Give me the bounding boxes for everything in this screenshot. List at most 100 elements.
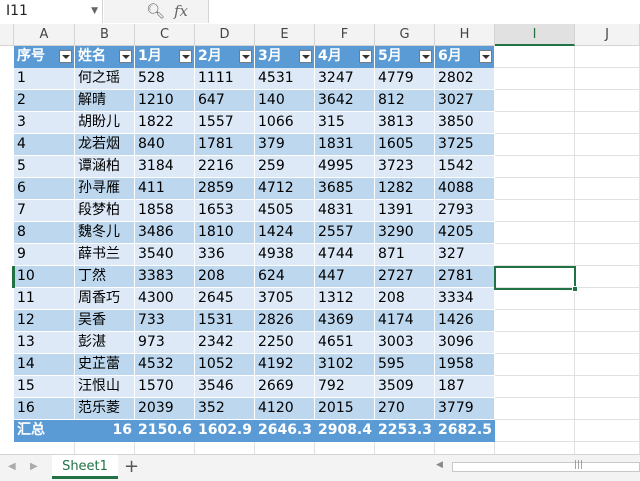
filter-dropdown-icon[interactable] — [239, 50, 252, 63]
empty-cell[interactable] — [575, 442, 640, 454]
table-cell[interactable]: 10 — [14, 266, 75, 288]
column-header[interactable]: G — [375, 24, 435, 46]
table-cell[interactable]: 3546 — [195, 376, 255, 398]
table-cell[interactable]: 1531 — [195, 310, 255, 332]
table-cell[interactable]: 7 — [14, 200, 75, 222]
table-cell[interactable]: 528 — [135, 68, 195, 90]
table-cell[interactable]: 624 — [255, 266, 315, 288]
scroll-thumb[interactable] — [452, 462, 640, 472]
table-cell[interactable]: 208 — [195, 266, 255, 288]
empty-cell[interactable] — [575, 90, 640, 112]
total-cell[interactable]: 2646.3 — [255, 420, 315, 442]
empty-cell[interactable] — [495, 68, 575, 90]
name-box[interactable]: I11 ▼ — [0, 0, 103, 23]
table-cell[interactable]: 447 — [315, 266, 375, 288]
table-cell[interactable]: 1542 — [435, 156, 495, 178]
empty-cell[interactable] — [495, 90, 575, 112]
table-cell[interactable]: 3184 — [135, 156, 195, 178]
empty-cell[interactable] — [575, 68, 640, 90]
table-cell[interactable]: 4174 — [375, 310, 435, 332]
table-cell[interactable]: 龙若烟 — [75, 134, 135, 156]
table-cell[interactable]: 解晴 — [75, 90, 135, 112]
table-cell[interactable]: 595 — [375, 354, 435, 376]
table-cell[interactable]: 3486 — [135, 222, 195, 244]
table-cell[interactable]: 段梦柏 — [75, 200, 135, 222]
table-cell[interactable]: 647 — [195, 90, 255, 112]
table-cell[interactable]: 3102 — [315, 354, 375, 376]
table-cell[interactable]: 352 — [195, 398, 255, 420]
table-cell[interactable]: 1391 — [375, 200, 435, 222]
empty-cell[interactable] — [575, 266, 640, 288]
empty-cell[interactable] — [75, 442, 135, 454]
table-cell[interactable]: 327 — [435, 244, 495, 266]
table-cell[interactable]: 2216 — [195, 156, 255, 178]
table-cell[interactable]: 3705 — [255, 288, 315, 310]
table-cell[interactable]: 2342 — [195, 332, 255, 354]
table-cell[interactable]: 270 — [375, 398, 435, 420]
table-cell[interactable]: 3723 — [375, 156, 435, 178]
empty-cell[interactable] — [495, 134, 575, 156]
table-cell[interactable]: 1426 — [435, 310, 495, 332]
empty-cell[interactable] — [575, 310, 640, 332]
filter-dropdown-icon[interactable] — [299, 50, 312, 63]
table-header-cell[interactable]: 序号 — [14, 46, 75, 68]
column-header[interactable]: A — [14, 24, 75, 46]
table-cell[interactable]: 何之瑶 — [75, 68, 135, 90]
table-cell[interactable]: 4 — [14, 134, 75, 156]
empty-cell[interactable] — [135, 442, 195, 454]
empty-cell[interactable] — [315, 442, 375, 454]
table-cell[interactable]: 1052 — [195, 354, 255, 376]
table-cell[interactable]: 2781 — [435, 266, 495, 288]
table-cell[interactable]: 3813 — [375, 112, 435, 134]
table-cell[interactable]: 140 — [255, 90, 315, 112]
column-header[interactable]: I — [495, 24, 575, 46]
table-cell[interactable]: 4205 — [435, 222, 495, 244]
empty-cell[interactable] — [495, 178, 575, 200]
magnifier-icon[interactable]: 🔍︎ — [146, 2, 165, 20]
empty-cell[interactable] — [495, 332, 575, 354]
table-cell[interactable]: 733 — [135, 310, 195, 332]
table-cell[interactable]: 208 — [375, 288, 435, 310]
table-header-cell[interactable]: 姓名 — [75, 46, 135, 68]
table-header-cell[interactable]: 5月 — [375, 46, 435, 68]
table-cell[interactable]: 4532 — [135, 354, 195, 376]
table-cell[interactable]: 4744 — [315, 244, 375, 266]
table-cell[interactable]: 4192 — [255, 354, 315, 376]
table-cell[interactable]: 3642 — [315, 90, 375, 112]
table-cell[interactable]: 411 — [135, 178, 195, 200]
empty-cell[interactable] — [195, 442, 255, 454]
column-header[interactable]: B — [75, 24, 135, 46]
table-cell[interactable]: 1424 — [255, 222, 315, 244]
table-cell[interactable]: 4831 — [315, 200, 375, 222]
table-cell[interactable]: 1111 — [195, 68, 255, 90]
table-cell[interactable]: 4938 — [255, 244, 315, 266]
empty-cell[interactable] — [495, 442, 575, 454]
empty-cell[interactable] — [495, 46, 575, 68]
table-cell[interactable]: 4369 — [315, 310, 375, 332]
table-cell[interactable]: 3509 — [375, 376, 435, 398]
table-cell[interactable]: 6 — [14, 178, 75, 200]
table-cell[interactable]: 1066 — [255, 112, 315, 134]
table-header-cell[interactable]: 3月 — [255, 46, 315, 68]
empty-cell[interactable] — [575, 222, 640, 244]
table-cell[interactable]: 4300 — [135, 288, 195, 310]
table-cell[interactable]: 3779 — [435, 398, 495, 420]
table-cell[interactable]: 周香巧 — [75, 288, 135, 310]
empty-cell[interactable] — [495, 354, 575, 376]
table-cell[interactable]: 2557 — [315, 222, 375, 244]
table-cell[interactable]: 1 — [14, 68, 75, 90]
table-cell[interactable]: 2826 — [255, 310, 315, 332]
empty-cell[interactable] — [495, 420, 575, 442]
total-cell[interactable]: 2150.6 — [135, 420, 195, 442]
empty-cell[interactable] — [575, 156, 640, 178]
table-cell[interactable]: 3334 — [435, 288, 495, 310]
column-header[interactable]: F — [315, 24, 375, 46]
total-cell[interactable]: 2253.3 — [375, 420, 435, 442]
table-cell[interactable]: 3003 — [375, 332, 435, 354]
table-cell[interactable]: 1210 — [135, 90, 195, 112]
table-cell[interactable]: 1958 — [435, 354, 495, 376]
table-cell[interactable]: 2669 — [255, 376, 315, 398]
filter-dropdown-icon[interactable] — [59, 50, 72, 63]
column-header[interactable]: H — [435, 24, 495, 46]
empty-cell[interactable] — [575, 134, 640, 156]
